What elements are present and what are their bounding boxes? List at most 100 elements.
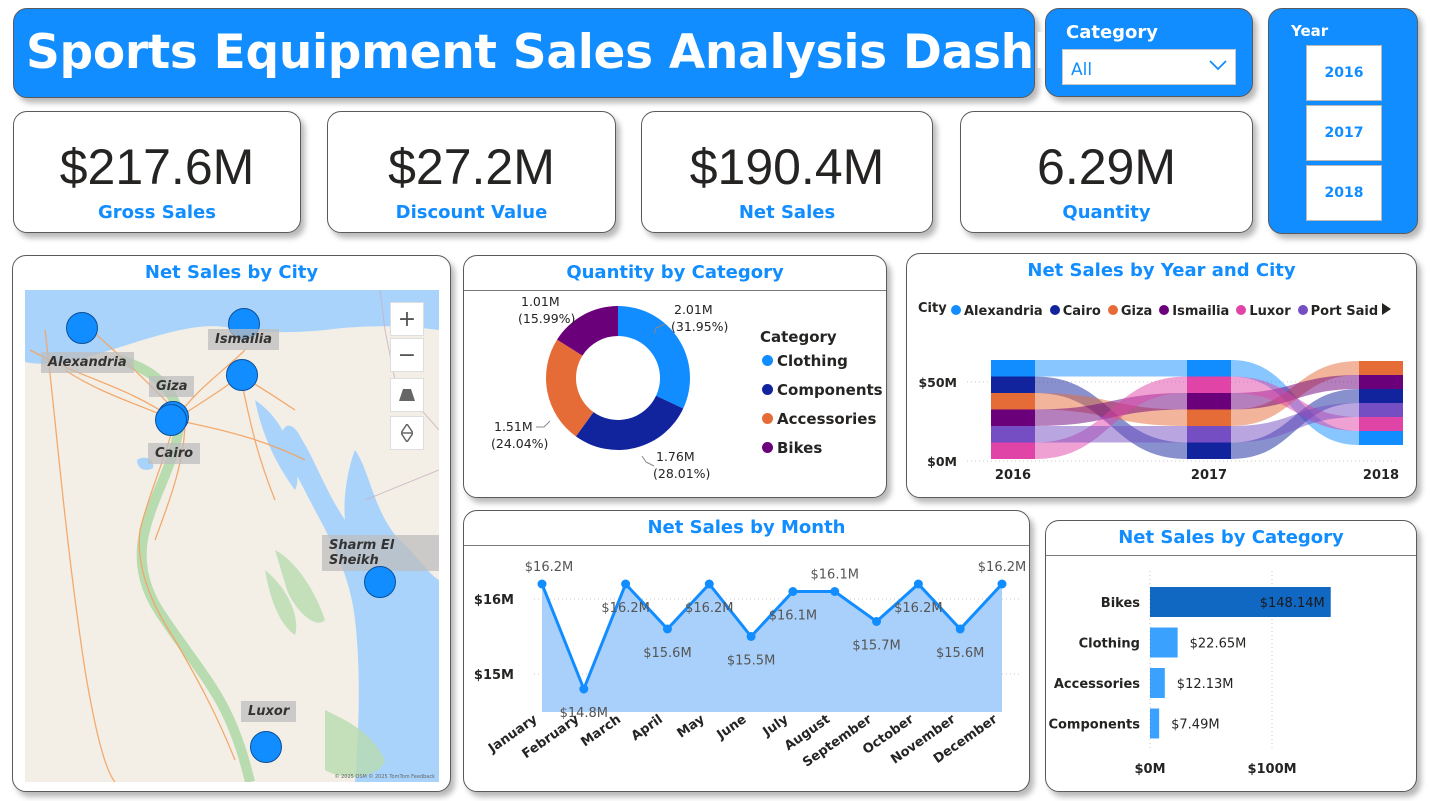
year-slicer-title: Year (1291, 22, 1329, 40)
donut-value-label: 1.01M (521, 294, 560, 309)
kpi-label: Quantity (1062, 202, 1151, 223)
ribbon-segment-port-said (1187, 426, 1231, 443)
legend-marker-icon (762, 384, 773, 395)
y-tick-label: Accessories (1054, 677, 1140, 692)
donut-value-label: 2.01M (674, 302, 713, 317)
data-point (872, 617, 882, 626)
donut-value-label: 1.76M (656, 449, 695, 464)
donut-legend-item[interactable]: Clothing (762, 352, 848, 370)
year-button-2016[interactable]: 2016 (1306, 45, 1382, 101)
bar-accessories (1150, 668, 1165, 698)
kpi-value: $190.4M (689, 139, 885, 195)
x-tick-label: July (760, 712, 792, 741)
x-tick-label: 2017 (1191, 468, 1227, 483)
kpi-discount-value: $27.2M Discount Value (327, 111, 616, 233)
map-label-giza: Giza (149, 376, 195, 397)
year-slicer: Year 2016 2017 2018 (1268, 8, 1418, 234)
data-point (913, 579, 923, 589)
tilt-icon[interactable] (390, 378, 424, 412)
kpi-net-sales: $190.4M Net Sales (641, 111, 933, 233)
map-label-ismailia: Ismailia (208, 329, 280, 350)
data-label: $16.1M (811, 568, 859, 583)
donut-chart: 2.01M (31.95%) 1.76M (28.01%) 1.51M (24.04%) 1… (491, 294, 728, 481)
legend-label: Bikes (777, 439, 823, 457)
data-point (997, 579, 1007, 589)
chevron-down-icon (1209, 60, 1227, 71)
donut-percent-label: (24.04%) (491, 436, 548, 451)
ribbon-segment-cairo (991, 376, 1035, 393)
y-tick-label: Clothing (1079, 637, 1140, 652)
data-label: $15.5M (727, 654, 775, 669)
data-label: $148.14M (1260, 596, 1325, 611)
compass-icon[interactable] (390, 416, 424, 450)
donut-percent-label: (15.99%) (518, 311, 575, 326)
donut-legend-item[interactable]: Components (762, 381, 883, 399)
map-canvas[interactable]: + − Alexandria Ismailia Giza Cairo Sharm… (25, 290, 439, 782)
page-title: Sports Equipment Sales Analysis Dashboar… (26, 25, 1187, 80)
map-point-cairo[interactable] (155, 404, 187, 436)
ribbon-segment-luxor (1187, 376, 1231, 393)
donut-percent-label: (28.01%) (653, 466, 710, 481)
category-dropdown-value: All (1071, 60, 1093, 80)
map-attribution[interactable]: © 2025 OSM © 2025 TomTom Feedback (335, 774, 436, 780)
year-button-2017[interactable]: 2017 (1306, 105, 1382, 161)
legend-label: Clothing (777, 352, 848, 370)
data-label: $22.65M (1190, 637, 1247, 652)
ribbon-segment-port-said (1359, 403, 1403, 417)
kpi-value: $27.2M (388, 139, 555, 195)
category-dropdown[interactable]: All (1062, 49, 1236, 85)
y-tick-label: $16M (474, 593, 514, 608)
map-label-luxor: Luxor (241, 701, 297, 722)
x-tick-label: 2018 (1363, 468, 1399, 483)
bar-components (1150, 708, 1160, 739)
map-card: Net Sales by City + − Alexandria Ismaili… (12, 255, 451, 792)
kpi-label: Net Sales (738, 202, 836, 223)
category-bar-chart: $0M $100M Bikes $148.14M Clothing $22.65M Acce… (1048, 571, 1331, 777)
map-title: Net Sales by City (144, 262, 319, 283)
legend-marker-icon (762, 442, 773, 453)
ribbon-segment-alexandria (1187, 360, 1231, 377)
x-tick-label: $100M (1247, 762, 1296, 777)
data-point (579, 684, 589, 694)
donut-legend-title: Category (760, 328, 837, 346)
map-point-sharm-el-sheikh[interactable] (364, 566, 396, 598)
x-tick-label: 2016 (995, 468, 1031, 483)
ribbon-segment-port-said (991, 426, 1035, 443)
ribbon-segment-ismailia (991, 409, 1035, 426)
map-point-alexandria[interactable] (66, 312, 98, 344)
data-point (830, 587, 840, 596)
legend-marker-icon (762, 355, 773, 366)
data-label: $15.6M (643, 646, 691, 661)
ribbon-segment-ismailia (1187, 393, 1231, 410)
map-point-ismailia[interactable] (226, 359, 258, 391)
ribbon-segment-luxor (1359, 417, 1403, 431)
net-sales-year-city-card: Net Sales by Year and City City Alexandr… (906, 253, 1417, 498)
data-label: $15.7M (852, 639, 900, 654)
donut-value-label: 1.51M (494, 419, 533, 434)
data-point (746, 632, 756, 641)
category-slicer-title: Category (1066, 22, 1159, 43)
year-button-2018[interactable]: 2018 (1306, 165, 1382, 221)
data-point (621, 579, 631, 589)
y-tick-label: $0M (927, 454, 957, 469)
donut-legend-item[interactable]: Accessories (762, 410, 876, 428)
data-label: $16.2M (685, 601, 733, 616)
donut-leader-line (641, 455, 655, 467)
legend-label: Components (777, 381, 883, 399)
donut-legend-item[interactable]: Bikes (762, 439, 822, 457)
zoom-out-button[interactable]: − (390, 338, 424, 372)
kpi-value: 6.29M (1037, 139, 1176, 195)
donut-slice-accessories (546, 339, 594, 437)
data-label: $15.6M (936, 646, 984, 661)
x-tick-label: June (714, 712, 750, 743)
kpi-label: Gross Sales (98, 202, 216, 223)
zoom-in-button[interactable]: + (390, 302, 424, 336)
kpi-value: $217.6M (59, 139, 255, 195)
kpi-gross-sales: $217.6M Gross Sales (13, 111, 301, 233)
data-label: $12.13M (1177, 677, 1234, 692)
net-sales-by-month-card: Net Sales by Month $16M $15M $16.2M January… (463, 510, 1030, 792)
map-point-luxor[interactable] (250, 731, 282, 763)
legend-label: Accessories (777, 410, 877, 428)
ribbon-flow-alexandria (1035, 360, 1187, 377)
x-tick-label: April (629, 712, 666, 744)
